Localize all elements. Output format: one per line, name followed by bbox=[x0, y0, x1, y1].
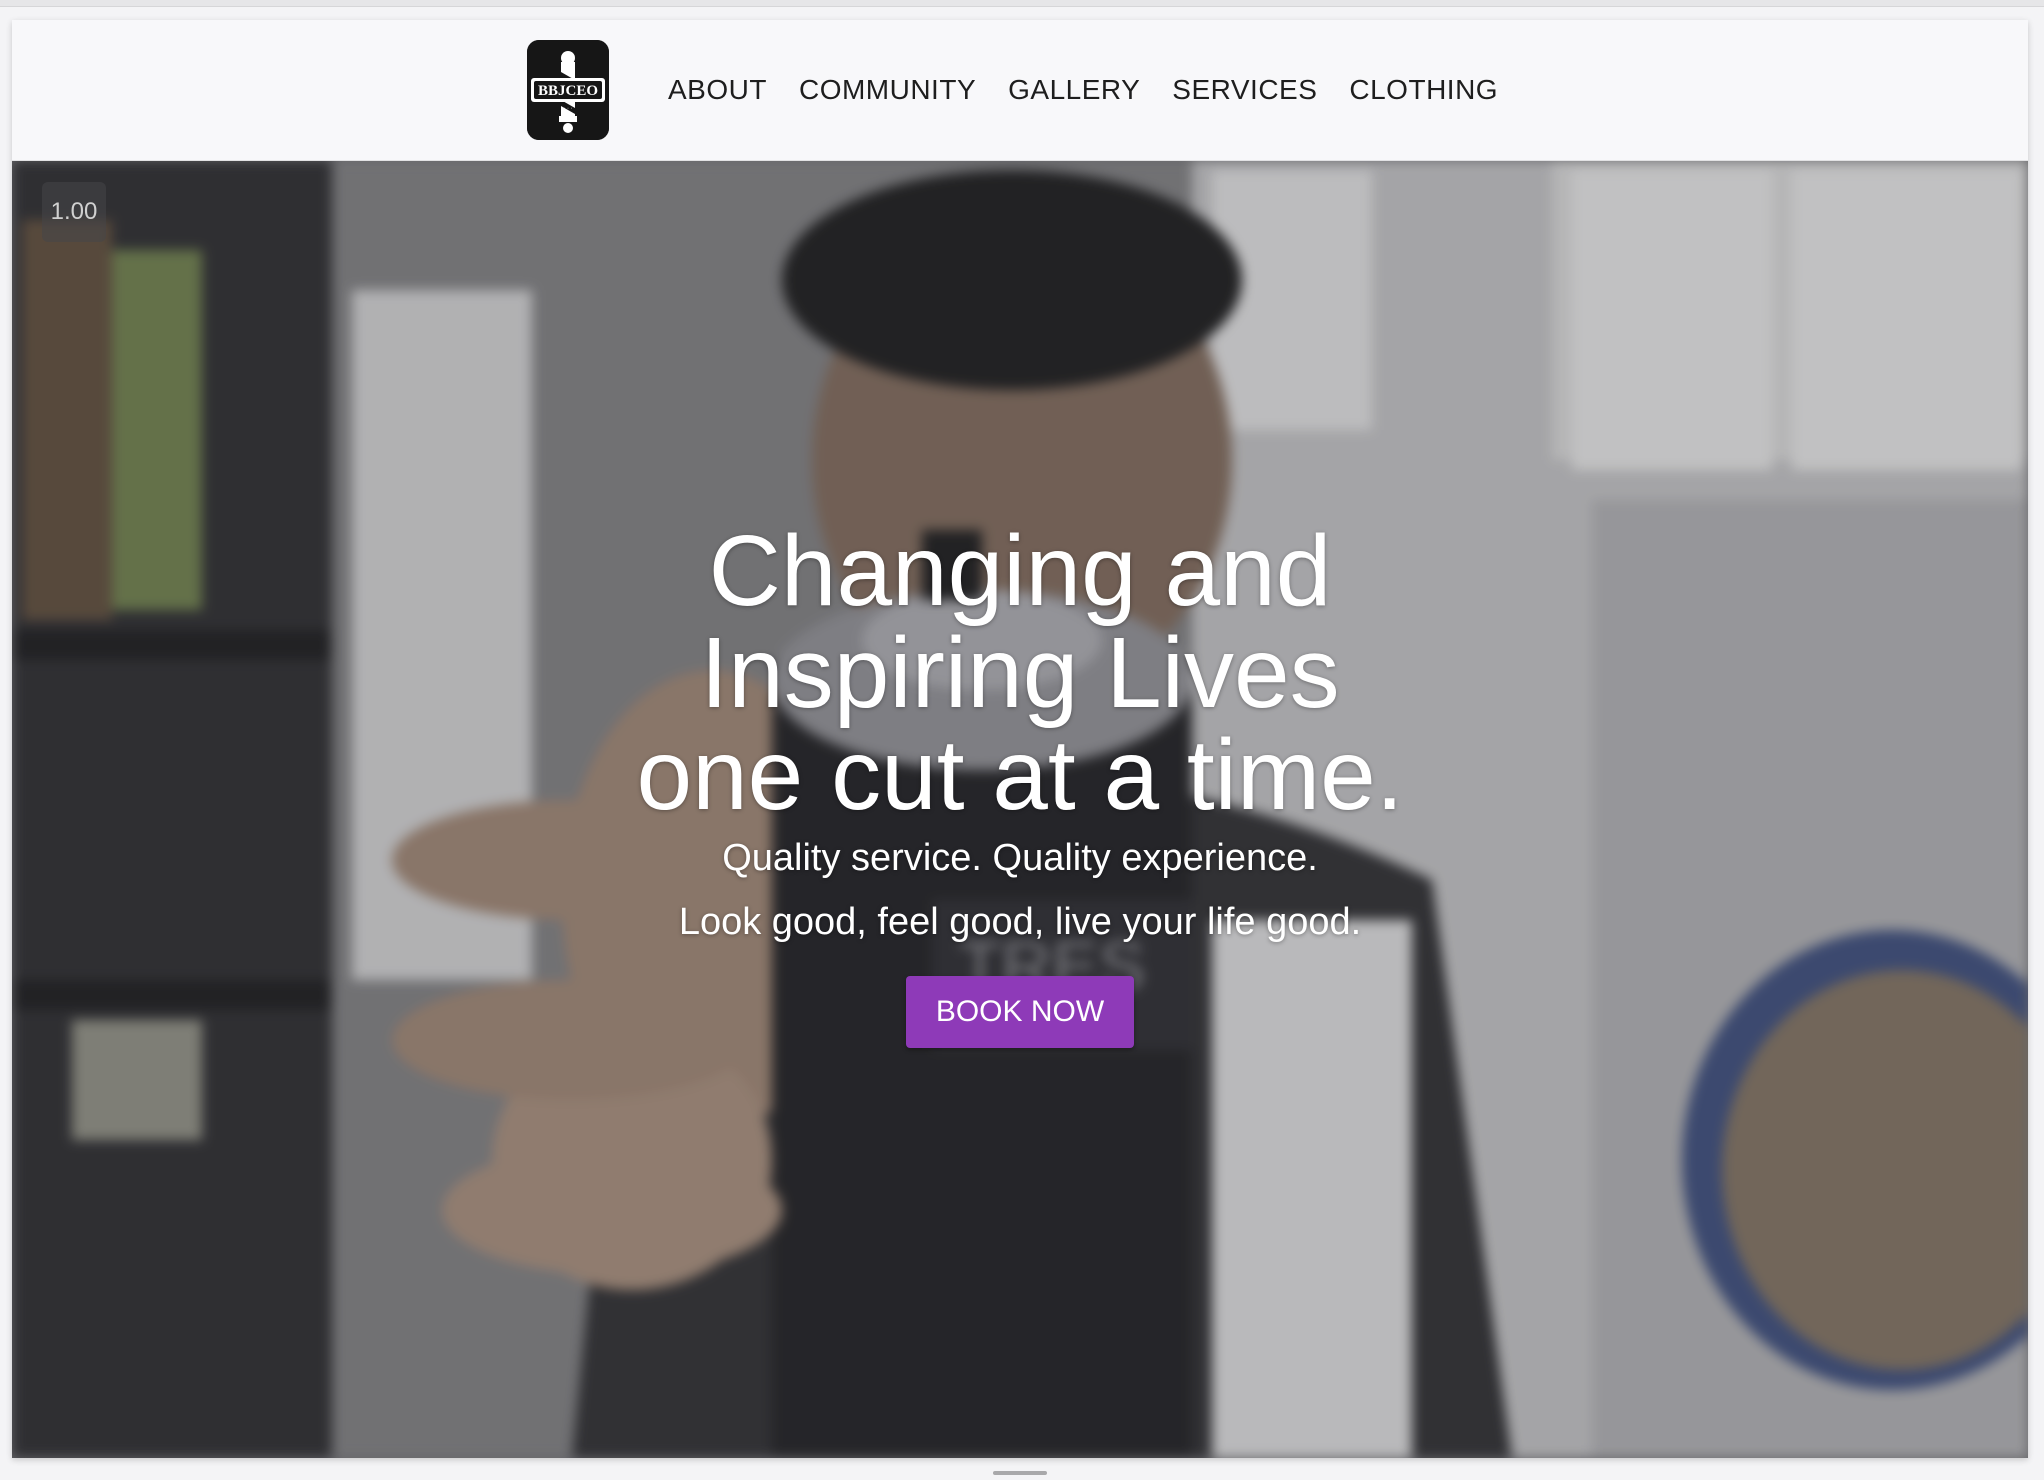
hero-text: Changing and Inspiring Lives one cut at … bbox=[12, 520, 2028, 1048]
svg-text:· · ·: · · · bbox=[564, 71, 573, 77]
site-header: BBJCEO · · · · · · ABOUT COMMUNITY GALLE… bbox=[12, 20, 2028, 161]
webpage: BBJCEO · · · · · · ABOUT COMMUNITY GALLE… bbox=[12, 20, 2028, 1458]
hero-subline-2: Look good, feel good, live your life goo… bbox=[678, 901, 1362, 943]
nav-services[interactable]: SERVICES bbox=[1172, 72, 1317, 108]
hero-headline-line-2: Inspiring Lives bbox=[700, 617, 1340, 729]
nav-community[interactable]: COMMUNITY bbox=[799, 72, 976, 108]
playback-speed-badge[interactable]: 1.00 bbox=[42, 182, 106, 242]
hero-video[interactable]: TRES 1.00 Changing and Inspiring Lives o… bbox=[12, 160, 2028, 1458]
nav-gallery[interactable]: GALLERY bbox=[1008, 72, 1140, 108]
book-now-button[interactable]: BOOK NOW bbox=[906, 976, 1134, 1048]
site-logo[interactable]: BBJCEO · · · · · · bbox=[527, 40, 609, 140]
svg-text:· · ·: · · · bbox=[564, 106, 573, 112]
hero-subline-1: Quality service. Quality experience. bbox=[722, 837, 1318, 879]
main-nav: ABOUT COMMUNITY GALLERY SERVICES CLOTHIN… bbox=[668, 72, 1530, 108]
bottom-scroll-handle[interactable] bbox=[993, 1471, 1047, 1475]
browser-top-strip bbox=[0, 0, 2044, 7]
hero-headline-line-1: Changing and bbox=[708, 515, 1332, 627]
barber-pole-logo-icon: BBJCEO · · · · · · bbox=[527, 40, 609, 140]
nav-clothing[interactable]: CLOTHING bbox=[1349, 72, 1498, 108]
svg-text:BBJCEO: BBJCEO bbox=[538, 83, 598, 99]
nav-about[interactable]: ABOUT bbox=[668, 72, 767, 108]
hero-headline-line-3: one cut at a time. bbox=[636, 719, 1404, 831]
